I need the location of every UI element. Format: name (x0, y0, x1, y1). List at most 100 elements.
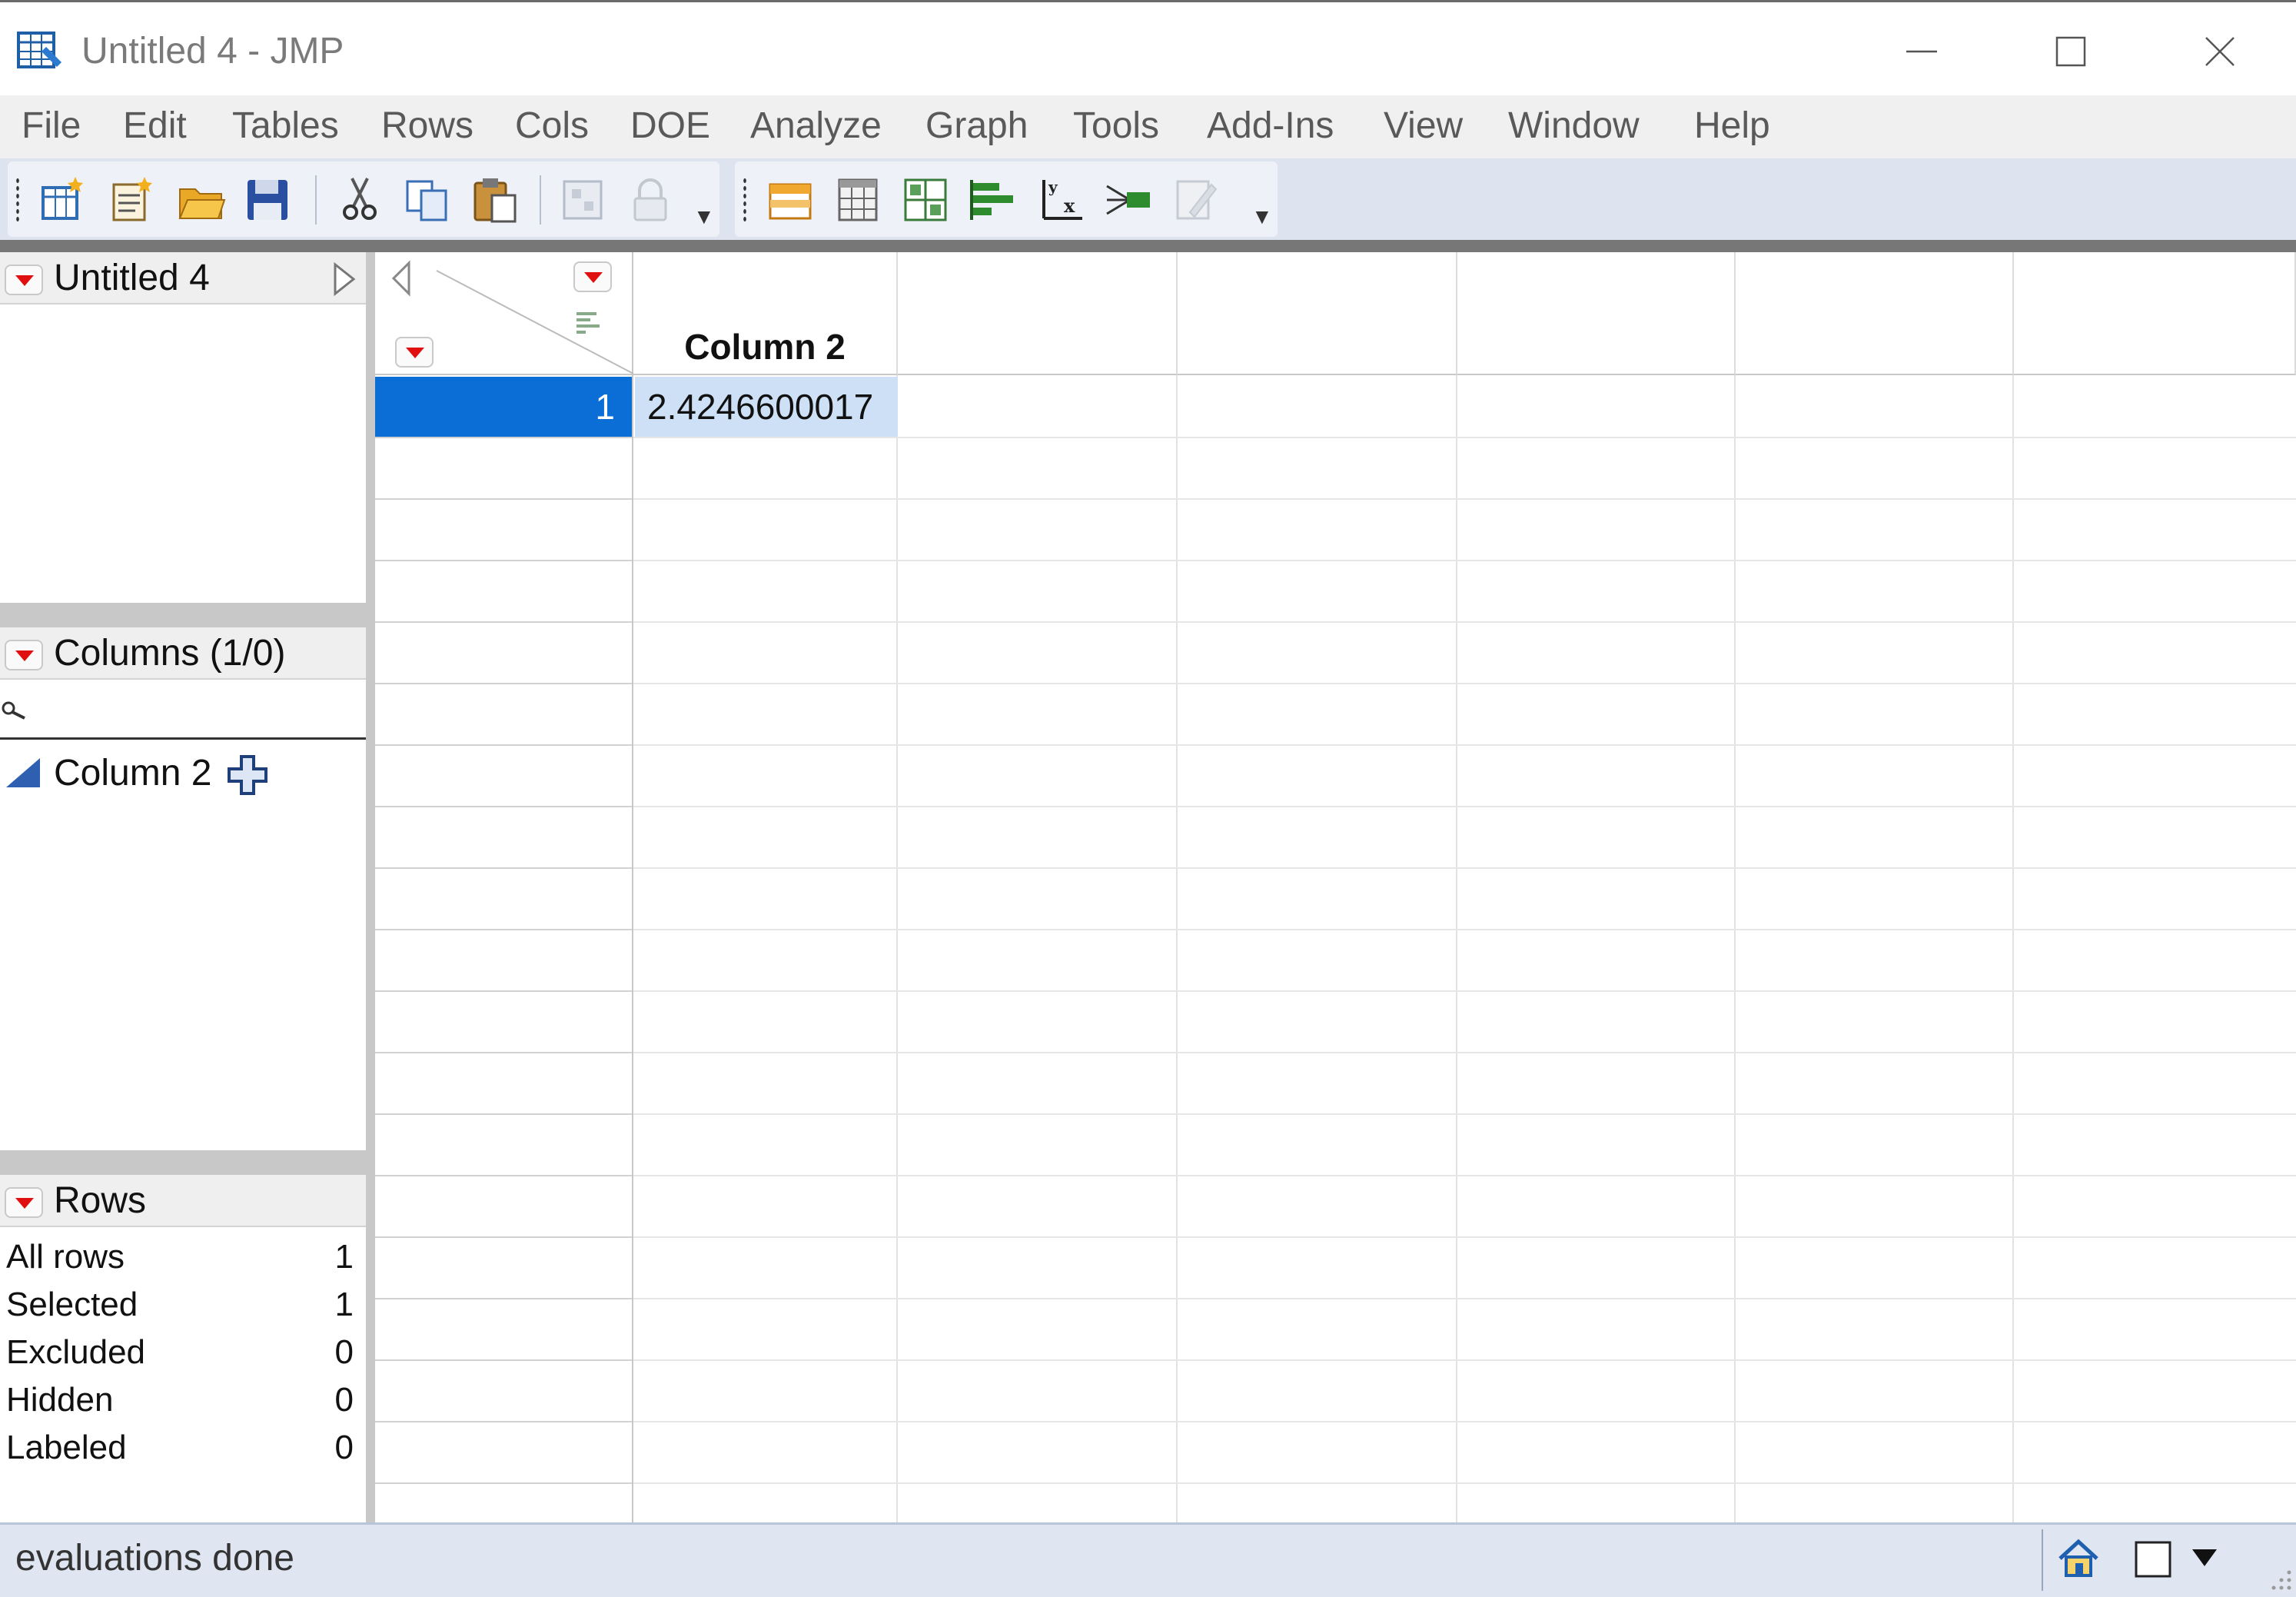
menu-help[interactable]: Help (1694, 105, 1770, 147)
row-line (375, 1298, 632, 1299)
formula-plus-icon[interactable] (228, 755, 267, 795)
rows-red-triangle-menu[interactable] (5, 1187, 43, 1218)
empty-column-header[interactable] (1736, 252, 2014, 375)
table-red-triangle-menu[interactable] (5, 265, 43, 295)
window-title: Untitled 4 - JMP (81, 31, 344, 72)
toolbar-overflow-button[interactable]: ▼ (693, 205, 715, 229)
rows-stat-selected: Selected 1 (6, 1286, 354, 1324)
empty-column-header[interactable] (1457, 252, 1736, 375)
row-line (375, 683, 632, 684)
menu-view[interactable]: View (1384, 105, 1463, 147)
fit-y-by-x-icon[interactable]: y x (1036, 175, 1085, 225)
rows-stat-hidden: Hidden 0 (6, 1381, 354, 1419)
rows-panel-header: Rows (0, 1175, 366, 1227)
edit-script-icon[interactable] (1171, 175, 1221, 225)
menu-edit[interactable]: Edit (123, 105, 187, 147)
subset-icon[interactable] (766, 175, 815, 225)
column-filter-input[interactable] (0, 680, 366, 740)
row-state-icon (576, 312, 600, 334)
menu-analyze[interactable]: Analyze (750, 105, 882, 147)
minimize-icon (1906, 50, 1937, 53)
grid-hline (633, 1421, 2296, 1422)
grid-hline (633, 744, 2296, 746)
open-icon[interactable] (177, 175, 226, 225)
menu-graph[interactable]: Graph (925, 105, 1028, 147)
grid-hline (633, 560, 2296, 561)
empty-column-header[interactable] (898, 252, 1178, 375)
columns-red-triangle-menu[interactable] (5, 640, 43, 670)
columns-panel-header: Columns (1/0) (0, 627, 366, 680)
cut-icon[interactable] (335, 175, 384, 225)
rows-panel: Rows All rows 1 Selected 1 Excluded 0 Hidde… (0, 1175, 366, 1522)
lock-icon[interactable] (626, 175, 675, 225)
menu-add-ins[interactable]: Add-Ins (1207, 105, 1334, 147)
menu-bar: File Edit Tables Rows Cols DOE Analyze G… (0, 95, 2296, 158)
columns-panel-title: Columns (1/0) (54, 633, 286, 674)
stat-label: Labeled (6, 1429, 127, 1466)
row-line (375, 437, 632, 438)
row-line (375, 867, 632, 869)
grid-hline (633, 806, 2296, 807)
save-icon[interactable] (243, 175, 292, 225)
menu-file[interactable]: File (22, 105, 81, 147)
scroll-left-icon[interactable] (390, 260, 414, 297)
group-icon[interactable] (558, 175, 607, 225)
minimize-button[interactable] (1876, 21, 1968, 82)
grid-hline (633, 929, 2296, 930)
stat-value: 0 (334, 1429, 354, 1466)
column-list-item[interactable]: Column 2 (0, 747, 366, 798)
distribution-icon[interactable] (969, 175, 1018, 225)
paste-icon[interactable] (470, 175, 520, 225)
rows-stat-excluded: Excluded 0 (6, 1333, 354, 1372)
grid-hline (633, 1175, 2296, 1176)
new-script-icon[interactable] (108, 175, 157, 225)
toolbar-separator (315, 175, 317, 225)
toolbar-grip[interactable] (15, 177, 20, 223)
row-number-selected[interactable]: 1 (375, 377, 632, 437)
toolbar-group-analysis: y x ▼ (735, 161, 1278, 237)
row-line (375, 1482, 632, 1484)
maximize-button[interactable] (2025, 21, 2117, 82)
toolbar-divider (0, 240, 2296, 252)
data-grid: Column 2 1 2.4246600017 (375, 252, 2296, 1522)
chevron-down-icon[interactable] (2189, 1546, 2220, 1569)
home-icon[interactable] (2057, 1539, 2100, 1579)
toolbar-overflow-button[interactable]: ▼ (1251, 205, 1273, 229)
empty-column-header[interactable] (2014, 252, 2296, 375)
menu-rows[interactable]: Rows (381, 105, 473, 147)
row-line (375, 990, 632, 992)
tabulate-icon[interactable] (901, 175, 950, 225)
grid-hline (633, 867, 2296, 869)
close-button[interactable] (2174, 21, 2266, 82)
summary-icon[interactable] (833, 175, 882, 225)
column-header-label[interactable]: Column 2 (633, 326, 896, 368)
collapse-panel-icon[interactable] (331, 261, 358, 297)
menu-doe[interactable]: DOE (630, 105, 710, 147)
grid-vline (2012, 375, 2014, 1522)
table-cell[interactable]: 2.4246600017 (635, 377, 898, 437)
menu-tables[interactable]: Tables (232, 105, 339, 147)
column-name: Column 2 (54, 753, 212, 794)
continuous-column-icon (6, 758, 40, 787)
toolbar: ▼ y x ▼ (0, 158, 2296, 240)
resize-grip-icon[interactable] (2268, 1568, 2294, 1594)
columns-header-red-triangle[interactable] (573, 261, 612, 292)
stat-label: Selected (6, 1286, 138, 1323)
menu-window[interactable]: Window (1508, 105, 1640, 147)
grid-hline (633, 621, 2296, 623)
menu-tools[interactable]: Tools (1073, 105, 1159, 147)
grid-vline (1456, 375, 1457, 1522)
window-list-icon[interactable] (2134, 1540, 2174, 1580)
new-data-table-icon[interactable] (38, 175, 88, 225)
grid-hline (633, 437, 2296, 438)
grid-vline (1734, 375, 1736, 1522)
menu-cols[interactable]: Cols (515, 105, 589, 147)
fit-model-icon[interactable] (1104, 175, 1153, 225)
column-header[interactable]: Column 2 (633, 252, 898, 375)
empty-column-header[interactable] (1178, 252, 1457, 375)
grid-hline (633, 1113, 2296, 1115)
toolbar-grip[interactable] (743, 177, 747, 223)
rows-header-red-triangle[interactable] (395, 337, 434, 368)
stat-value: 0 (334, 1333, 354, 1371)
copy-icon[interactable] (403, 175, 452, 225)
